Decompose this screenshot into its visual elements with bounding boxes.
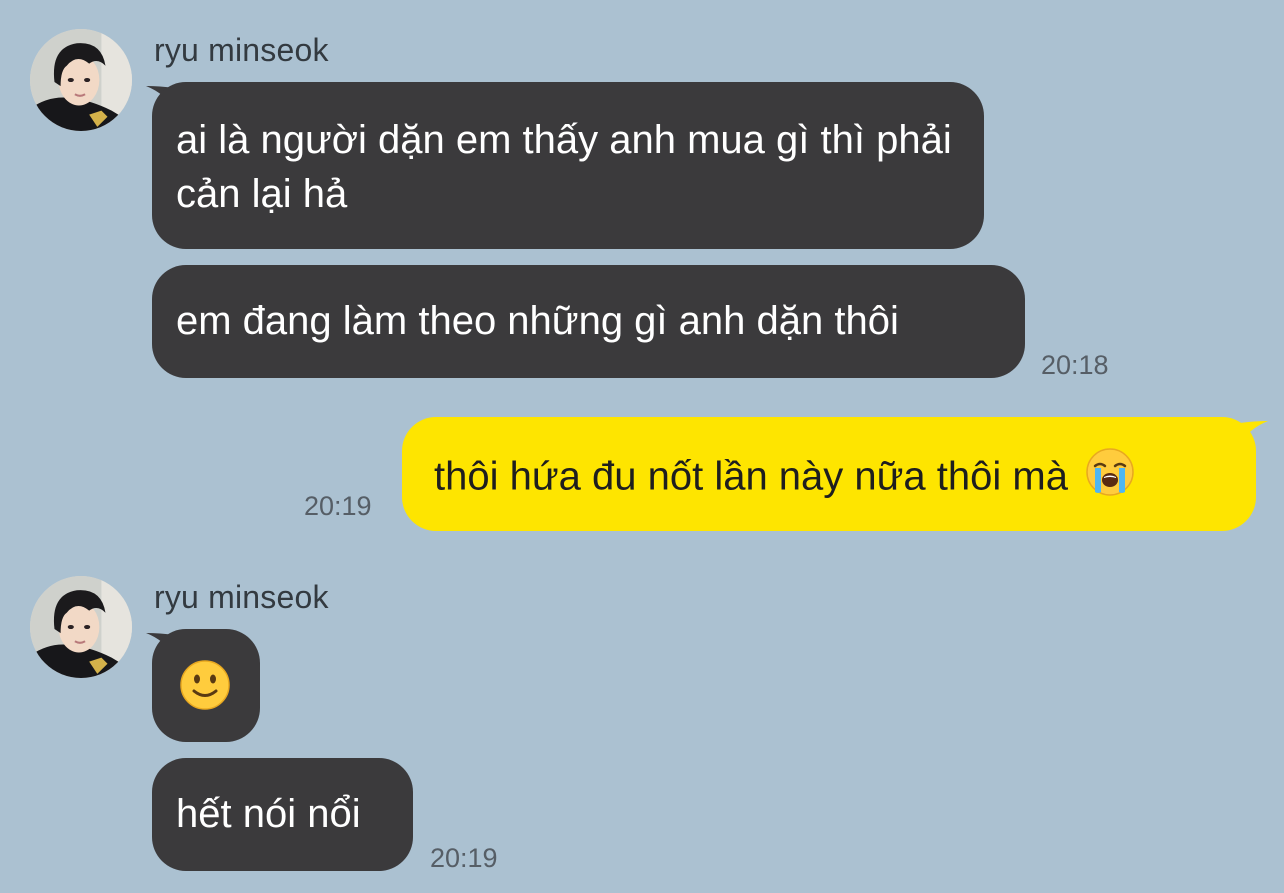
message-text: em đang làm theo những gì anh dặn thôi [176, 299, 899, 343]
incoming-message-bubble[interactable]: em đang làm theo những gì anh dặn thôi [152, 265, 1025, 378]
outgoing-message-bubble[interactable]: thôi hứa đu nốt lần này nữa thôi mà [402, 417, 1256, 531]
sender-name: ryu minseok [154, 579, 329, 615]
slightly-smiling-face-icon [179, 659, 231, 725]
incoming-message-bubble[interactable]: ai là người dặn em thấy anh mua gì thì p… [152, 82, 984, 249]
loudly-crying-face-icon [1085, 447, 1135, 511]
incoming-message-bubble[interactable] [152, 629, 260, 742]
message-text: hết nói nổi [176, 792, 361, 836]
bubble-tail [1240, 419, 1270, 445]
sender-avatar[interactable] [30, 29, 132, 131]
incoming-message-bubble[interactable]: hết nói nổi [152, 758, 413, 871]
message-timestamp: 20:19 [304, 491, 372, 521]
avatar-photo-icon [30, 29, 132, 131]
sender-name: ryu minseok [154, 32, 329, 68]
message-text: thôi hứa đu nốt lần này nữa thôi mà [434, 454, 1068, 499]
avatar-photo-icon [30, 576, 132, 678]
sender-avatar[interactable] [30, 576, 132, 678]
message-timestamp: 20:19 [430, 843, 498, 873]
message-text: ai là người dặn em thấy anh mua gì thì p… [176, 118, 952, 216]
message-timestamp: 20:18 [1041, 350, 1109, 380]
